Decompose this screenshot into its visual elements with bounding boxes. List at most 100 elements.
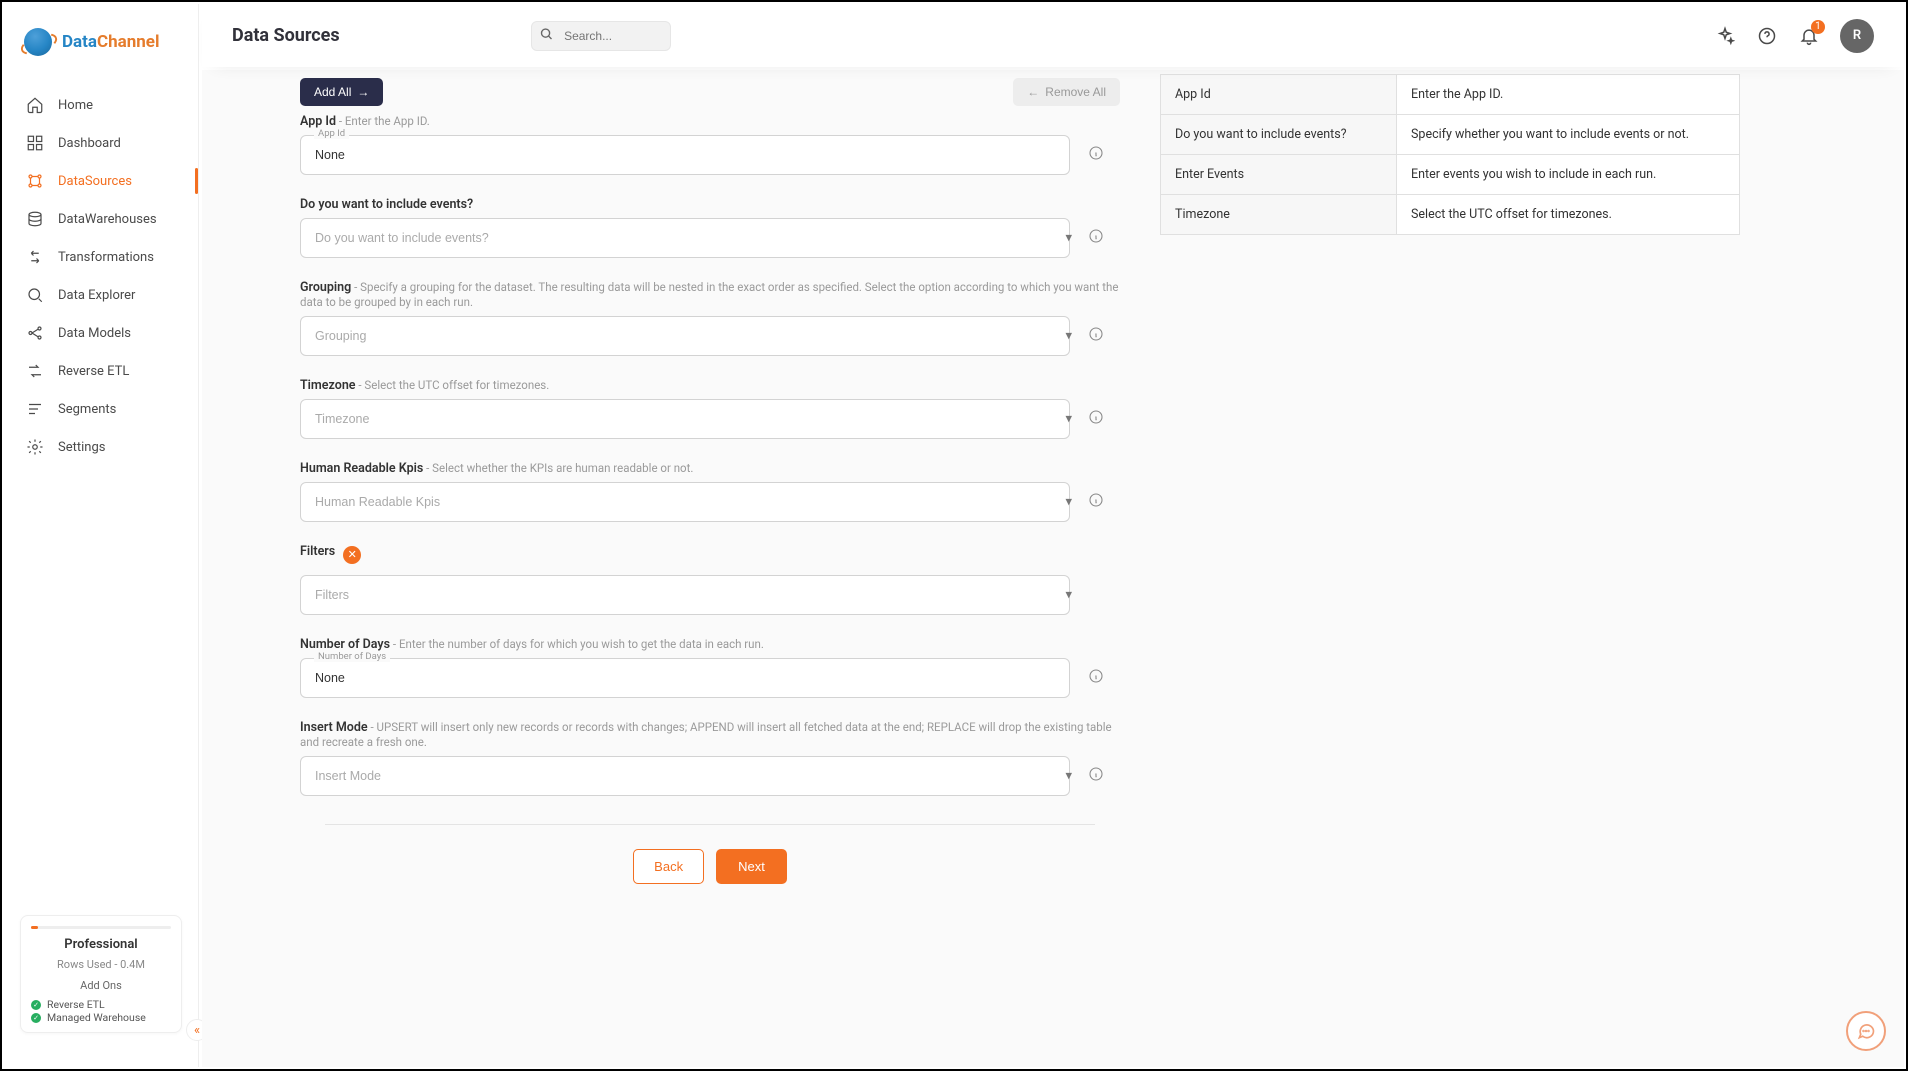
app-id-input[interactable] (300, 135, 1070, 175)
field-desc: - Select whether the KPIs are human read… (423, 461, 693, 475)
addon-item: ✓Reverse ETL (31, 998, 171, 1011)
form-column: Add All → ← Remove All App Id - Enter th… (230, 74, 1120, 884)
reverse-etl-icon (26, 362, 44, 380)
num-days-input[interactable] (300, 658, 1070, 698)
datasources-icon (26, 172, 44, 190)
help-table: App IdEnter the App ID. Do you want to i… (1160, 74, 1740, 235)
gear-icon (26, 438, 44, 456)
help-value: Select the UTC offset for timezones. (1397, 195, 1740, 235)
check-icon: ✓ (31, 1000, 41, 1010)
help-value: Enter events you wish to include in each… (1397, 155, 1740, 195)
field-label: Timezone (300, 378, 356, 393)
sidebar-item-label: Home (58, 98, 93, 113)
kpis-select[interactable]: Human Readable Kpis (300, 482, 1070, 522)
info-icon[interactable] (1088, 492, 1104, 512)
field-label: Insert Mode (300, 720, 368, 735)
table-row: TimezoneSelect the UTC offset for timezo… (1161, 195, 1740, 235)
info-icon[interactable] (1088, 145, 1104, 165)
field-grouping: Grouping - Specify a grouping for the da… (300, 280, 1120, 356)
insert-mode-select[interactable]: Insert Mode (300, 756, 1070, 796)
chat-button[interactable] (1846, 1011, 1886, 1051)
sidebar-item-datawarehouses[interactable]: DataWarehouses (4, 200, 198, 238)
footer-buttons: Back Next (300, 849, 1120, 884)
field-include-events: Do you want to include events? Do you wa… (300, 197, 1120, 258)
sidebar-item-label: Data Explorer (58, 288, 135, 303)
sidebar-item-home[interactable]: Home (4, 86, 198, 124)
transform-icon (26, 248, 44, 266)
table-row: App IdEnter the App ID. (1161, 75, 1740, 115)
sidebar: DataChannel Home Dashboard DataSources D… (4, 4, 199, 1067)
sidebar-item-label: DataWarehouses (58, 212, 157, 227)
plan-addons-label: Add Ons (31, 979, 171, 992)
field-desc: - Enter the number of days for which you… (390, 637, 764, 651)
arrow-left-icon: ← (1027, 85, 1039, 99)
remove-filter-button[interactable]: ✕ (343, 546, 361, 564)
divider (325, 824, 1095, 825)
arrow-right-icon: → (357, 85, 369, 99)
plan-rows-used: Rows Used - 0.4M (31, 958, 171, 971)
info-icon[interactable] (1088, 326, 1104, 346)
help-key: Do you want to include events? (1161, 115, 1397, 155)
avatar[interactable]: R (1840, 19, 1874, 53)
help-key: Enter Events (1161, 155, 1397, 195)
sidebar-item-label: Transformations (58, 250, 154, 265)
explorer-icon (26, 286, 44, 304)
search-box (531, 21, 671, 51)
filters-select[interactable]: Filters (300, 575, 1070, 615)
sidebar-item-label: Segments (58, 402, 116, 417)
sidebar-item-reverseetl[interactable]: Reverse ETL (4, 352, 198, 390)
sidebar-item-dashboard[interactable]: Dashboard (4, 124, 198, 162)
remove-all-button[interactable]: ← Remove All (1013, 78, 1120, 106)
brand-logo[interactable]: DataChannel (4, 4, 198, 80)
sidebar-item-label: Settings (58, 440, 105, 455)
check-icon: ✓ (31, 1013, 41, 1023)
field-desc: - UPSERT will insert only new records or… (300, 720, 1112, 749)
field-timezone: Timezone - Select the UTC offset for tim… (300, 378, 1120, 439)
field-label: Number of Days (300, 637, 390, 652)
brand-text: DataChannel (62, 32, 159, 52)
brand-globe-icon (24, 28, 52, 56)
sidebar-item-datasources[interactable]: DataSources (4, 162, 198, 200)
sidebar-item-label: Reverse ETL (58, 364, 129, 379)
timezone-select[interactable]: Timezone (300, 399, 1070, 439)
field-num-days: Number of Days - Enter the number of day… (300, 637, 1120, 698)
grouping-select[interactable]: Grouping (300, 316, 1070, 356)
sidebar-item-transformations[interactable]: Transformations (4, 238, 198, 276)
info-icon[interactable] (1088, 766, 1104, 786)
models-icon (26, 324, 44, 342)
sidebar-item-settings[interactable]: Settings (4, 428, 198, 466)
field-label: App Id (300, 114, 336, 129)
header-actions: 1 R (1714, 19, 1874, 53)
next-button[interactable]: Next (716, 849, 787, 884)
header: Data Sources 1 R (202, 4, 1904, 67)
help-icon[interactable] (1756, 25, 1778, 47)
segments-icon (26, 400, 44, 418)
info-icon[interactable] (1088, 668, 1104, 688)
table-row: Enter EventsEnter events you wish to inc… (1161, 155, 1740, 195)
sidebar-item-segments[interactable]: Segments (4, 390, 198, 428)
help-panel: App IdEnter the App ID. Do you want to i… (1160, 74, 1884, 884)
back-button[interactable]: Back (633, 849, 704, 884)
info-icon[interactable] (1088, 228, 1104, 248)
warehouse-icon (26, 210, 44, 228)
sparkle-icon[interactable] (1714, 25, 1736, 47)
field-kpis: Human Readable Kpis - Select whether the… (300, 461, 1120, 522)
sidebar-item-label: Data Models (58, 326, 131, 341)
sidebar-item-dataexplorer[interactable]: Data Explorer (4, 276, 198, 314)
add-all-button[interactable]: Add All → (300, 78, 383, 106)
home-icon (26, 96, 44, 114)
notification-badge: 1 (1811, 20, 1825, 34)
info-icon[interactable] (1088, 409, 1104, 429)
field-app-id: App Id - Enter the App ID. App Id (300, 114, 1120, 175)
bell-icon[interactable]: 1 (1798, 25, 1820, 47)
include-events-select[interactable]: Do you want to include events? (300, 218, 1070, 258)
sidebar-item-label: Dashboard (58, 136, 121, 151)
help-value: Enter the App ID. (1397, 75, 1740, 115)
field-label: Filters (300, 544, 335, 559)
help-key: App Id (1161, 75, 1397, 115)
sidebar-item-label: DataSources (58, 174, 132, 189)
sidebar-item-datamodels[interactable]: Data Models (4, 314, 198, 352)
main-content: Add All → ← Remove All App Id - Enter th… (202, 70, 1904, 1067)
help-key: Timezone (1161, 195, 1397, 235)
plan-card: Professional Rows Used - 0.4M Add Ons ✓R… (20, 915, 182, 1033)
